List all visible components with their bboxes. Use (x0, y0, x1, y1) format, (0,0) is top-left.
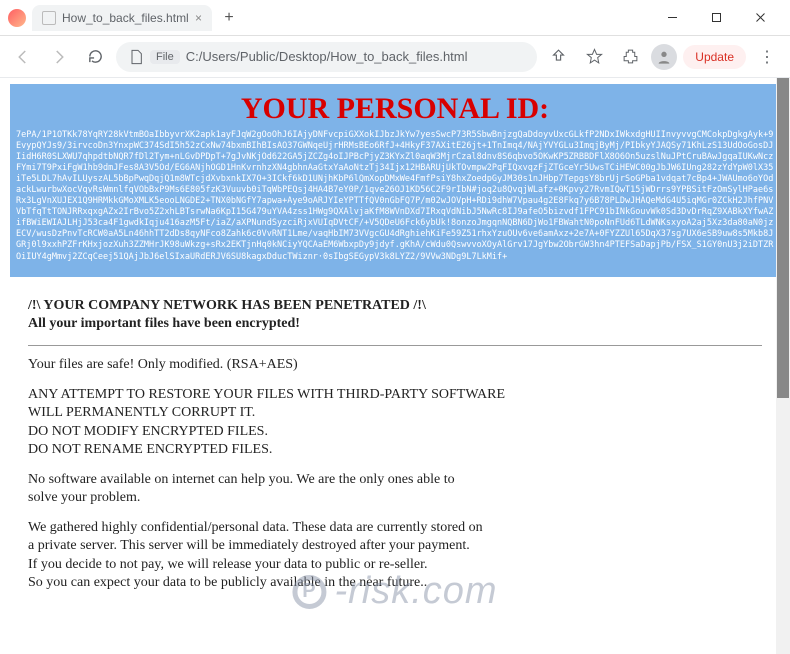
maximize-button[interactable] (694, 3, 738, 33)
minimize-button[interactable] (650, 3, 694, 33)
para-safe: Your files are safe! Only modified. (RSA… (28, 356, 762, 374)
tab-title: How_to_back_files.html (62, 11, 189, 25)
file-chip: File (150, 50, 180, 64)
menu-button[interactable]: ⋮ (752, 42, 782, 72)
line-files-encrypted: All your important files have been encry… (28, 316, 300, 331)
page-viewport: YOUR PERSONAL ID: 7ePA/1P1OTKk78YqRY28kV… (0, 78, 790, 654)
back-button[interactable] (8, 42, 38, 72)
tab-favicon (42, 11, 56, 25)
reload-button[interactable] (80, 42, 110, 72)
share-button[interactable] (543, 42, 573, 72)
file-icon (128, 49, 144, 65)
para-nosoftware: No software available on internet can he… (28, 471, 762, 507)
url-text: C:/Users/Public/Desktop/How_to_back_file… (186, 49, 468, 64)
divider (28, 345, 762, 346)
profile-avatar-button[interactable] (651, 44, 677, 70)
window-controls (650, 3, 782, 33)
app-icon (8, 9, 26, 27)
bookmark-button[interactable] (579, 42, 609, 72)
browser-tab[interactable]: How_to_back_files.html × (32, 5, 212, 31)
para-warning: ANY ATTEMPT TO RESTORE YOUR FILES WITH T… (28, 386, 762, 459)
scrollbar-track[interactable] (776, 78, 790, 654)
personal-id-blob: 7ePA/1P1OTKk78YqRY28kVtmBOaIbbyvrXK2apk1… (10, 130, 780, 263)
scrollbar-thumb[interactable] (777, 78, 789, 398)
page-content: YOUR PERSONAL ID: 7ePA/1P1OTKk78YqRY28kV… (0, 78, 790, 654)
tab-close-icon[interactable]: × (195, 11, 202, 25)
extensions-button[interactable] (615, 42, 645, 72)
update-button[interactable]: Update (683, 45, 746, 69)
id-banner: YOUR PERSONAL ID: 7ePA/1P1OTKk78YqRY28kV… (10, 84, 780, 277)
forward-button[interactable] (44, 42, 74, 72)
address-bar[interactable]: File C:/Users/Public/Desktop/How_to_back… (116, 42, 537, 72)
line-network-penetrated: /!\ YOUR COMPANY NETWORK HAS BEEN PENETR… (28, 298, 426, 313)
heading-personal-id: YOUR PERSONAL ID: (10, 92, 780, 126)
ransom-body: /!\ YOUR COMPANY NETWORK HAS BEEN PENETR… (10, 277, 780, 624)
new-tab-button[interactable]: + (216, 5, 242, 31)
para-gathered: We gathered highly confidential/personal… (28, 519, 762, 592)
browser-toolbar: File C:/Users/Public/Desktop/How_to_back… (0, 36, 790, 78)
window-titlebar: How_to_back_files.html × + (0, 0, 790, 36)
close-button[interactable] (738, 3, 782, 33)
